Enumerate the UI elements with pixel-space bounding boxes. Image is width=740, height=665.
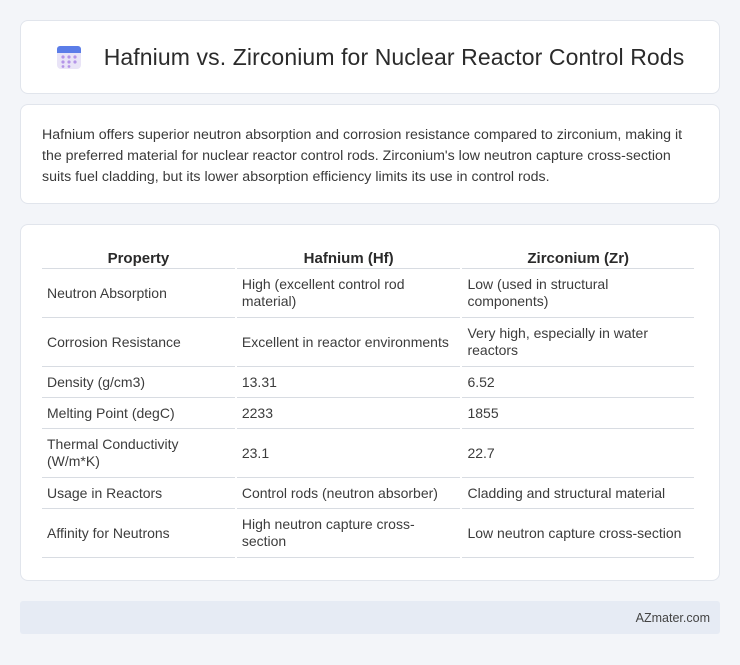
page-title: Hafnium vs. Zirconium for Nuclear Reacto… (103, 43, 685, 70)
table-cell: Low neutron capture cross-section (462, 509, 694, 558)
table-cell: Low (used in structural components) (462, 269, 694, 318)
table-cell: 13.31 (236, 367, 461, 398)
table-cell: 2233 (236, 398, 461, 429)
table-cell: Excellent in reactor environments (236, 318, 461, 367)
calendar-icon (56, 46, 81, 69)
column-header-property: Property (42, 243, 235, 269)
table-cell: Corrosion Resistance (42, 318, 235, 367)
table-row: Usage in Reactors Control rods (neutron … (42, 478, 694, 509)
table-row: Thermal Conductivity (W/m*K) 23.1 22.7 (42, 429, 694, 478)
table-row: Neutron Absorption High (excellent contr… (42, 269, 694, 318)
table-row: Density (g/cm3) 13.31 6.52 (42, 367, 694, 398)
table-cell: 6.52 (462, 367, 694, 398)
table-cell: Thermal Conductivity (W/m*K) (42, 429, 235, 478)
column-header-hafnium: Hafnium (Hf) (236, 243, 461, 269)
summary-card: Hafnium offers superior neutron absorpti… (20, 104, 720, 204)
summary-text: Hafnium offers superior neutron absorpti… (42, 127, 683, 185)
table-cell: 22.7 (462, 429, 694, 478)
table-row: Affinity for Neutrons High neutron captu… (42, 509, 694, 558)
footer-bar: AZmater.com (20, 601, 720, 634)
comparison-table-card: Property Hafnium (Hf) Zirconium (Zr) Neu… (20, 224, 720, 581)
table-cell: 23.1 (236, 429, 461, 478)
table-header-row: Property Hafnium (Hf) Zirconium (Zr) (42, 243, 694, 269)
comparison-table: Property Hafnium (Hf) Zirconium (Zr) Neu… (40, 243, 696, 558)
table-row: Corrosion Resistance Excellent in reacto… (42, 318, 694, 367)
table-cell: Neutron Absorption (42, 269, 235, 318)
table-row: Melting Point (degC) 2233 1855 (42, 398, 694, 429)
title-card: Hafnium vs. Zirconium for Nuclear Reacto… (20, 20, 720, 94)
table-cell: Control rods (neutron absorber) (236, 478, 461, 509)
table-cell: Very high, especially in water reactors (462, 318, 694, 367)
table-cell: High (excellent control rod material) (236, 269, 461, 318)
table-cell: Cladding and structural material (462, 478, 694, 509)
table-cell: Affinity for Neutrons (42, 509, 235, 558)
table-cell: Density (g/cm3) (42, 367, 235, 398)
column-header-zirconium: Zirconium (Zr) (462, 243, 694, 269)
table-cell: 1855 (462, 398, 694, 429)
footer-brand[interactable]: AZmater.com (636, 611, 710, 625)
table-cell: Melting Point (degC) (42, 398, 235, 429)
table-cell: High neutron capture cross-section (236, 509, 461, 558)
table-cell: Usage in Reactors (42, 478, 235, 509)
